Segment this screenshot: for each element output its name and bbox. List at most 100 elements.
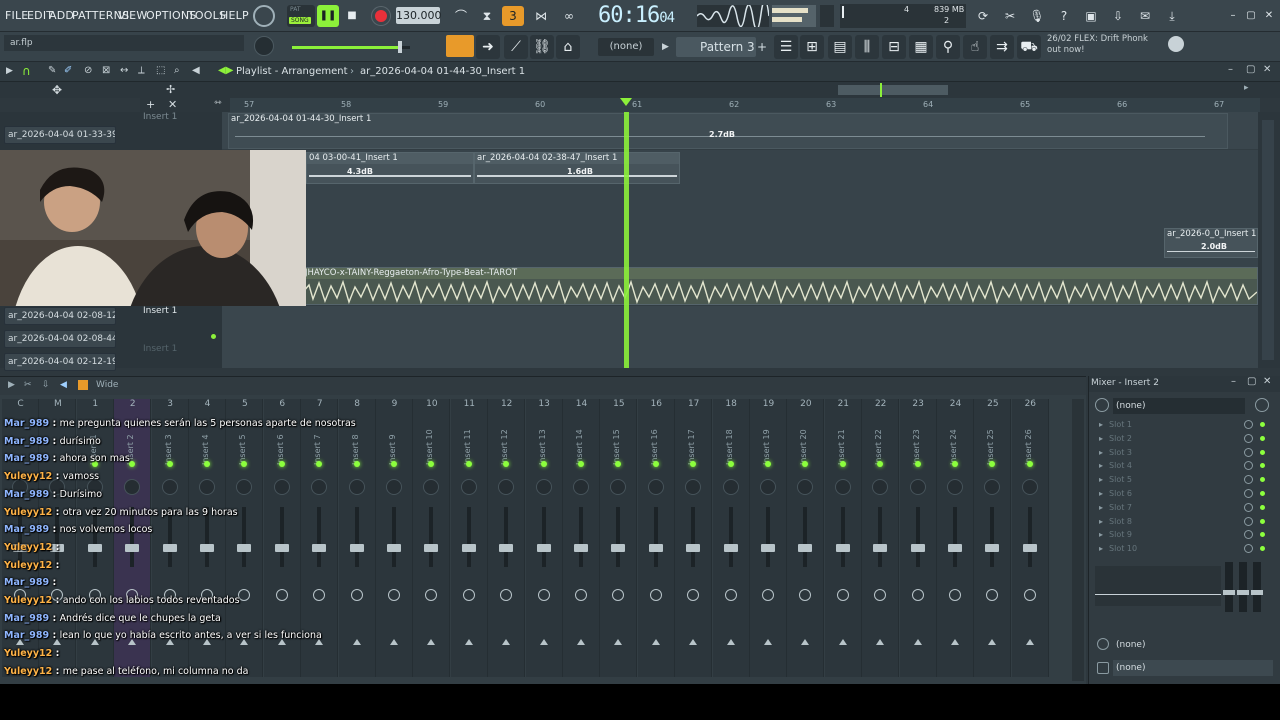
input-settings-icon[interactable] xyxy=(1255,398,1269,412)
fader-cap[interactable] xyxy=(835,544,850,552)
track-led[interactable] xyxy=(211,334,216,339)
volume-fader[interactable] xyxy=(948,507,962,567)
audio-clip-3[interactable]: ar_2026-04-04 02-38-47_Insert 1 1.6dB xyxy=(474,152,680,184)
eq-display[interactable] xyxy=(1095,566,1221,606)
slot-expand-icon[interactable]: ▸ xyxy=(1099,418,1103,431)
mixer-channel-24[interactable]: 23 Insert 23 xyxy=(899,399,937,677)
add-pattern-icon[interactable]: + xyxy=(757,37,769,57)
fader-cap[interactable] xyxy=(461,544,476,552)
pan-knob[interactable] xyxy=(872,479,889,495)
channel-enable-led[interactable] xyxy=(465,461,472,467)
mixer-channel-13[interactable]: 12 Insert 12 xyxy=(488,399,526,677)
mute-icon[interactable]: ⊠ xyxy=(102,65,110,76)
volume-fader[interactable] xyxy=(387,507,401,567)
vertical-scrollbar[interactable] xyxy=(1258,112,1280,368)
slip-icon[interactable]: ↔ xyxy=(120,65,128,76)
audio-clip-2[interactable]: 04 03-00-41_Insert 1 4.3dB xyxy=(306,152,474,184)
output-select-2[interactable]: (none) xyxy=(1113,660,1273,676)
send-arrow-icon[interactable] xyxy=(577,639,585,645)
fader-cap[interactable] xyxy=(723,544,738,552)
effect-slot-2[interactable]: ▸ Slot 2 xyxy=(1099,432,1269,445)
routing-icon[interactable] xyxy=(1023,589,1036,601)
routing-icon[interactable] xyxy=(612,589,625,601)
volume-fader[interactable] xyxy=(985,507,1000,567)
render-icon[interactable]: ⇩ xyxy=(1107,6,1129,26)
help-icon[interactable]: ? xyxy=(1053,6,1075,26)
volume-fader[interactable] xyxy=(1022,507,1037,567)
routing-icon[interactable] xyxy=(986,589,999,601)
pattern-prev-icon[interactable]: ▶ xyxy=(662,38,674,56)
mixer-channel-26[interactable]: 25 Insert 25 xyxy=(974,399,1012,677)
blend-notes-icon[interactable]: ⋈ xyxy=(530,6,552,26)
volume-fader[interactable] xyxy=(611,507,626,567)
slot-enable-led[interactable] xyxy=(1260,435,1265,441)
lane-insert-label[interactable]: Insert 1 xyxy=(143,306,177,316)
slot-enable-led[interactable] xyxy=(1260,491,1265,496)
beat-clip[interactable]: JHAYCO-x-TAINY-Reggaeton-Afro-Type-Beat-… xyxy=(302,267,1258,305)
send-arrow-icon[interactable] xyxy=(913,639,922,645)
volume-fader[interactable] xyxy=(723,507,738,567)
channel-enable-led[interactable] xyxy=(802,461,809,467)
master-pitch-slider[interactable] xyxy=(292,41,410,53)
channel-enable-led[interactable] xyxy=(877,461,884,467)
slot-enable-led[interactable] xyxy=(1260,504,1265,510)
pitch-knob[interactable] xyxy=(254,36,274,56)
volume-fader[interactable] xyxy=(574,507,588,567)
volume-fader[interactable] xyxy=(461,507,476,567)
input-select[interactable]: (none) xyxy=(1113,398,1245,414)
countdown-icon[interactable]: 3 xyxy=(502,6,524,26)
remove-track-icon[interactable]: ✕ xyxy=(168,98,177,111)
select-icon[interactable]: ⬚ xyxy=(156,65,165,76)
effect-slot-7[interactable]: ▸ Slot 7 xyxy=(1099,501,1269,514)
channel-enable-led[interactable] xyxy=(765,461,771,467)
channel-enable-led[interactable] xyxy=(428,461,435,467)
slot-enable-led[interactable] xyxy=(1260,546,1265,552)
routing-icon[interactable] xyxy=(649,589,662,601)
slot-mix-knob[interactable] xyxy=(1244,489,1253,498)
send-arrow-icon[interactable] xyxy=(614,639,623,645)
slot-expand-icon[interactable]: ▸ xyxy=(1099,473,1103,486)
pan-knob[interactable] xyxy=(947,479,963,495)
mixer-channel-17[interactable]: 16 Insert 16 xyxy=(637,399,675,677)
shop-icon[interactable]: ⛟ xyxy=(1017,35,1041,59)
slot-enable-led[interactable] xyxy=(1260,518,1265,524)
fader-cap[interactable] xyxy=(387,544,401,552)
channel-enable-led[interactable] xyxy=(652,461,659,467)
piano-roll-snap-icon[interactable] xyxy=(446,35,474,57)
slot-mix-knob[interactable] xyxy=(1244,475,1253,485)
fader-cap[interactable] xyxy=(948,544,962,552)
mixer-channel-11[interactable]: 10 Insert 10 xyxy=(413,399,451,677)
download-icon[interactable]: ⤓ xyxy=(1161,6,1183,26)
timeline-ruler[interactable]: 57 58 59 60 61 62 63 64 65 66 67 xyxy=(230,98,1260,112)
pan-knob[interactable] xyxy=(722,479,739,495)
slot-enable-led[interactable] xyxy=(1260,532,1265,538)
video-icon[interactable]: ⇉ xyxy=(990,35,1014,59)
mixer-tools-icon[interactable]: ✂ xyxy=(24,380,32,390)
pattern-selector[interactable]: Pattern 3 xyxy=(676,37,756,57)
piano-roll-icon[interactable]: ⊞ xyxy=(800,35,824,59)
slot-enable-led[interactable] xyxy=(1260,449,1265,455)
volume-fader[interactable] xyxy=(424,507,439,567)
zoom-icon[interactable]: ⌕ xyxy=(174,65,180,76)
fader-cap[interactable] xyxy=(424,544,439,552)
pan-knob[interactable] xyxy=(498,479,515,495)
routing-icon[interactable] xyxy=(425,589,438,601)
mixer-layout[interactable]: Wide xyxy=(96,380,118,390)
send-arrow-icon[interactable] xyxy=(951,639,959,645)
mixer-scrollbar[interactable] xyxy=(1072,399,1084,681)
playlist-close-icon[interactable]: ✕ xyxy=(1263,64,1271,75)
channel-enable-led[interactable] xyxy=(391,461,397,467)
routing-icon[interactable] xyxy=(687,589,700,601)
playlist-minimize-icon[interactable]: – xyxy=(1228,64,1233,75)
move-arrows-icon[interactable]: ✥ xyxy=(52,83,62,97)
menu-file[interactable]: FILE xyxy=(5,9,28,22)
send-arrow-icon[interactable] xyxy=(876,639,885,645)
mixer-menu-icon[interactable]: ▶ xyxy=(8,380,15,390)
send-arrow-icon[interactable] xyxy=(1025,639,1034,645)
insert-fader-2[interactable] xyxy=(1237,562,1249,612)
mixer-channel-18[interactable]: 17 Insert 17 xyxy=(675,399,713,677)
send-arrow-icon[interactable] xyxy=(726,639,735,645)
menu-add[interactable]: ADD xyxy=(49,9,74,22)
pan-knob[interactable] xyxy=(984,479,1001,495)
mixer-color-icon[interactable] xyxy=(78,380,88,390)
